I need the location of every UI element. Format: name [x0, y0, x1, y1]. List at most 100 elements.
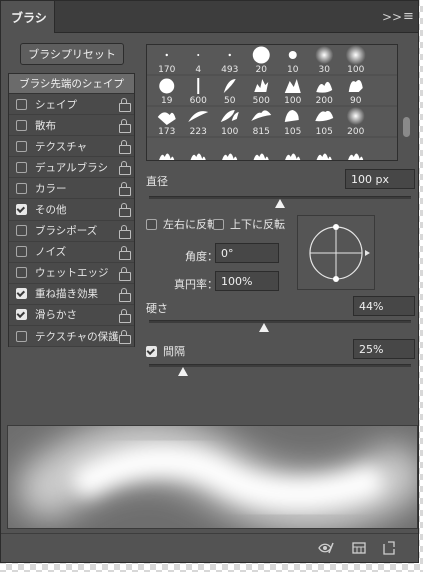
spacing-toggle[interactable]: 間隔	[146, 343, 185, 359]
hardness-slider-thumb[interactable]	[259, 323, 270, 332]
lock-icon[interactable]	[119, 203, 131, 218]
brush-tip-thumb-partial[interactable]	[316, 153, 332, 161]
brush-tip-thumb-partial[interactable]	[222, 153, 238, 161]
brush-tip-size-label: 200	[347, 127, 364, 137]
flip-y-toggle[interactable]: 上下に反転	[213, 216, 285, 232]
diameter-slider-thumb[interactable]	[275, 199, 285, 208]
brush-tip-thumb[interactable]: 10	[287, 51, 299, 75]
brush-tip-thumb-partial[interactable]	[190, 153, 206, 161]
roundness-input[interactable]: 100%	[215, 271, 279, 291]
brush-tip-size-label: 173	[158, 127, 175, 137]
angle-input[interactable]: 0°	[215, 243, 279, 263]
sidebar-item-checkbox[interactable]	[16, 182, 27, 194]
hardness-input[interactable]: 44%	[353, 296, 415, 316]
sidebar-item[interactable]: 重ね描き効果	[9, 284, 134, 305]
flip-y-checkbox[interactable]	[213, 218, 224, 230]
brush-tip-thumb[interactable]: 493	[221, 53, 238, 75]
brush-tip-grid[interactable]: 170 4 493 20 10 30 100 19 600 50 500 100 200 90 173 223…	[146, 44, 398, 161]
sidebar-item-checkbox[interactable]	[16, 288, 27, 300]
sidebar-item-checkbox[interactable]	[16, 204, 27, 216]
sidebar-item-checkbox[interactable]	[16, 330, 27, 342]
brush-tip-thumb[interactable]: 815	[251, 110, 272, 137]
sidebar-item-checkbox[interactable]	[16, 246, 27, 258]
sidebar-item-tip-shape[interactable]: ブラシ先端のシェイプ	[9, 74, 134, 94]
sidebar-item[interactable]: テクスチャ	[9, 136, 134, 158]
brush-tip-thumb[interactable]: 100	[220, 110, 239, 137]
sidebar-item-checkbox[interactable]	[16, 98, 27, 110]
sidebar-item[interactable]: ブラシポーズ	[9, 221, 134, 242]
spacing-input[interactable]: 25%	[353, 339, 415, 359]
brush-tip-thumb[interactable]: 100	[345, 45, 366, 75]
sidebar-item[interactable]: テクスチャの保護	[9, 326, 134, 348]
brush-tip-thumb[interactable]: 105	[284, 110, 301, 137]
sidebar-item[interactable]: カラー	[9, 178, 134, 200]
sidebar-item[interactable]: ウェットエッジ	[9, 263, 134, 284]
lock-icon[interactable]	[119, 98, 131, 112]
sidebar-item[interactable]: 滑らかさ	[9, 305, 134, 327]
spacing-slider-track[interactable]	[149, 364, 411, 367]
sidebar-item[interactable]: シェイプ	[9, 94, 134, 116]
diameter-value: 100 px	[351, 172, 389, 186]
brush-tip-thumb[interactable]: 90	[348, 80, 363, 106]
brush-tip-size-label: 105	[316, 127, 333, 137]
lock-icon[interactable]	[119, 245, 131, 260]
brush-tip-thumb-partial[interactable]	[253, 153, 269, 161]
brush-tip-thumb[interactable]: 600	[190, 78, 207, 106]
brush-tip-thumb[interactable]: 105	[315, 110, 334, 137]
flip-x-checkbox[interactable]	[146, 218, 157, 230]
brush-tip-thumb[interactable]: 200	[316, 81, 333, 106]
hamburger-menu-icon[interactable]: ≡	[403, 9, 414, 24]
spacing-checkbox[interactable]	[146, 345, 157, 357]
angle-roundness-widget[interactable]	[297, 215, 375, 290]
brush-tip-thumb[interactable]: 170	[158, 53, 176, 75]
sidebar-item-checkbox[interactable]	[16, 267, 27, 279]
brush-tip-size-label: 200	[316, 96, 333, 106]
brush-grid-scrollbar[interactable]	[399, 44, 412, 161]
tab-brush[interactable]: ブラシ	[1, 1, 55, 33]
brush-tip-thumb[interactable]: 4	[195, 54, 201, 75]
brush-tip-thumb-partial[interactable]	[285, 153, 301, 161]
brush-panel: ブラシ >> ≡ ブラシプリセット ブラシ先端のシェイプ シェイプ 散布 テクスチャ…	[0, 0, 419, 563]
sidebar-item[interactable]: デュアルブラシ	[9, 157, 134, 179]
sidebar-item[interactable]: ノイズ	[9, 242, 134, 263]
brush-tip-thumb[interactable]: 200	[346, 107, 365, 137]
tab-brush-label: ブラシ	[11, 10, 47, 25]
brush-tip-thumb[interactable]: 20	[252, 46, 270, 76]
lock-icon[interactable]	[119, 330, 131, 345]
sidebar-item-checkbox[interactable]	[16, 161, 27, 173]
diameter-input[interactable]: 100 px	[345, 169, 415, 189]
eye-brush-icon[interactable]	[318, 540, 334, 556]
brush-preset-button[interactable]: ブラシプリセット	[20, 43, 124, 65]
brush-grid-scroll-thumb[interactable]	[403, 117, 410, 137]
sidebar-item-checkbox[interactable]	[16, 225, 27, 237]
lock-icon[interactable]	[119, 266, 131, 281]
brush-tip-thumb-partial[interactable]	[348, 153, 364, 161]
brush-tip-thumb[interactable]: 30	[315, 46, 334, 75]
sidebar-item-checkbox[interactable]	[16, 119, 27, 131]
spacing-slider-thumb[interactable]	[178, 367, 189, 376]
lock-icon[interactable]	[119, 308, 131, 323]
lock-icon[interactable]	[119, 287, 131, 302]
sidebar-item-checkbox[interactable]	[16, 309, 27, 321]
double-chevron-icon[interactable]: >>	[382, 10, 402, 24]
lock-icon[interactable]	[119, 161, 131, 176]
brush-tip-thumb[interactable]: 500	[253, 79, 270, 106]
sidebar-item-checkbox[interactable]	[16, 140, 27, 152]
sidebar-item[interactable]: 散布	[9, 115, 134, 137]
sidebar-item[interactable]: その他	[9, 199, 134, 221]
sidebar-item-label: テクスチャの保護	[35, 330, 119, 343]
grid-panel-icon[interactable]	[351, 540, 367, 556]
brush-tip-thumb[interactable]: 173	[157, 112, 176, 137]
brush-tip-thumb[interactable]: 100	[284, 79, 302, 106]
new-brush-icon[interactable]	[381, 540, 397, 556]
flip-x-toggle[interactable]: 左右に反転	[146, 216, 218, 232]
lock-icon[interactable]	[119, 119, 131, 134]
lock-icon[interactable]	[119, 182, 131, 197]
hardness-slider-track[interactable]	[149, 320, 411, 323]
brush-tip-thumb-partial[interactable]	[159, 153, 175, 161]
lock-icon[interactable]	[119, 224, 131, 239]
brush-tip-thumb[interactable]: 19	[159, 78, 175, 107]
lock-icon[interactable]	[119, 140, 131, 155]
brush-tip-thumb[interactable]: 50	[223, 79, 236, 106]
brush-tip-thumb[interactable]: 223	[188, 111, 209, 137]
